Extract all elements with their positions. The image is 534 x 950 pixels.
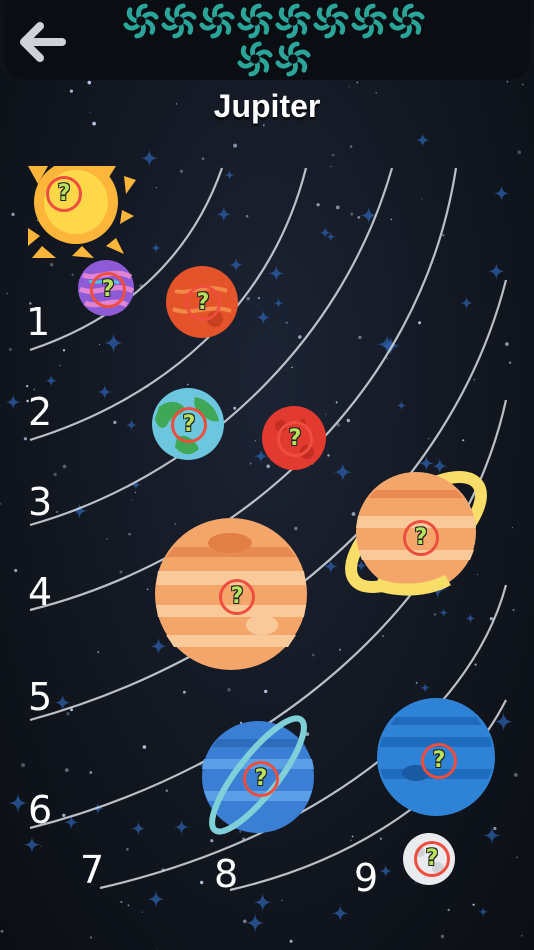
- spiral-galaxy-icon: [351, 3, 387, 39]
- back-arrow-icon: [20, 22, 66, 62]
- orbit-number-3: 3: [28, 480, 53, 524]
- quiz-marker-planet-pluto[interactable]: ?: [414, 841, 450, 877]
- spiral-galaxy-icon: [275, 41, 311, 77]
- progress-galaxies-row-2: [104, 40, 444, 78]
- quiz-marker-planet-neptune[interactable]: ?: [421, 743, 457, 779]
- level-title: Jupiter: [213, 88, 321, 124]
- orbit-number-8: 8: [214, 852, 239, 896]
- orbit-number-4: 4: [28, 570, 53, 614]
- quiz-marker-planet-earth[interactable]: ?: [171, 407, 207, 443]
- spiral-galaxy-icon: [123, 3, 159, 39]
- spiral-galaxy-icon: [237, 41, 273, 77]
- spiral-galaxy-icon: [313, 3, 349, 39]
- orbit-number-1: 1: [26, 300, 51, 344]
- orbit-number-9: 9: [354, 856, 379, 900]
- quiz-marker-sun[interactable]: ?: [46, 176, 82, 212]
- spiral-galaxy-icon: [237, 3, 273, 39]
- quiz-marker-planet-mars[interactable]: ?: [277, 421, 313, 457]
- back-button[interactable]: [12, 14, 74, 70]
- orbit-number-7: 7: [80, 848, 105, 892]
- spiral-galaxy-icon: [199, 3, 235, 39]
- progress-galaxies-row-1: [104, 2, 444, 40]
- top-bar: [4, 0, 530, 80]
- quiz-marker-planet-saturn[interactable]: ?: [403, 520, 439, 556]
- sun[interactable]: [28, 166, 136, 258]
- orbit-number-2: 2: [28, 390, 53, 434]
- spiral-galaxy-icon: [161, 3, 197, 39]
- orbit-number-5: 5: [28, 675, 53, 719]
- quiz-marker-planet-jupiter[interactable]: ?: [219, 579, 255, 615]
- spiral-galaxy-icon: [389, 3, 425, 39]
- quiz-marker-planet-uranus[interactable]: ?: [243, 761, 279, 797]
- spiral-galaxy-icon: [275, 3, 311, 39]
- quiz-marker-planet-purple[interactable]: ?: [90, 272, 126, 308]
- orbit-number-6: 6: [28, 788, 53, 832]
- quiz-marker-planet-orange[interactable]: ?: [185, 285, 221, 321]
